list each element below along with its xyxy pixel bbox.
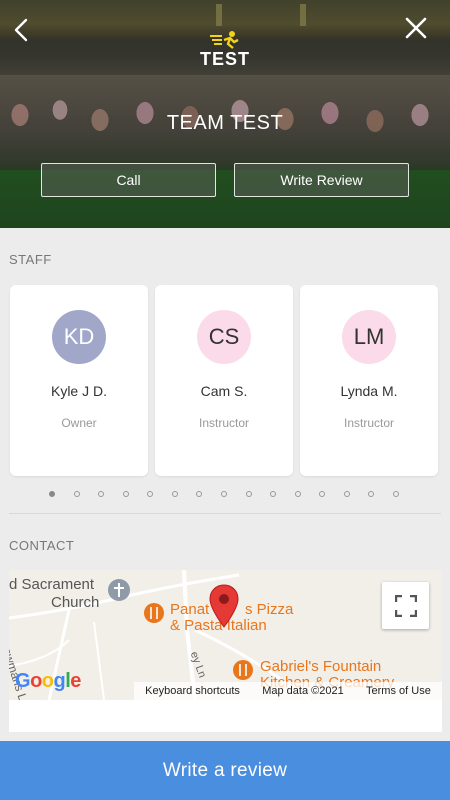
church-icon <box>108 579 130 601</box>
staff-name: Lynda M. <box>340 383 398 399</box>
logo-text: TEST <box>199 49 250 69</box>
location-pin-icon <box>209 584 239 628</box>
call-button[interactable]: Call <box>41 163 216 197</box>
close-icon <box>405 17 427 39</box>
staff-card[interactable]: LM Lynda M. Instructor <box>300 285 438 476</box>
map-place-label: Church <box>51 594 100 611</box>
carousel-dot[interactable] <box>49 491 55 497</box>
carousel-dot[interactable] <box>294 491 301 497</box>
chevron-left-icon <box>14 18 28 42</box>
divider <box>9 513 441 514</box>
map-data-text: Map data ©2021 <box>262 685 344 697</box>
avatar-initials: CS <box>208 324 240 349</box>
avatar-initials: KD <box>63 324 95 349</box>
carousel-dot[interactable] <box>270 491 277 497</box>
contact-section-label: CONTACT <box>9 538 75 553</box>
map-place-label: Gabriel's Fountain <box>260 658 382 675</box>
contact-card: d Sacrament Church Panat s Pizza & Pasta… <box>9 570 442 732</box>
map-attribution: Keyboard shortcuts Map data ©2021 Terms … <box>134 682 442 700</box>
avatar: CS <box>197 310 251 364</box>
terms-of-use-link[interactable]: Terms of Use <box>366 685 431 697</box>
keyboard-shortcuts-link[interactable]: Keyboard shortcuts <box>145 685 240 697</box>
back-button[interactable] <box>4 12 40 48</box>
staff-role: Instructor <box>343 416 394 430</box>
carousel-dot[interactable] <box>98 491 105 497</box>
carousel-dot[interactable] <box>220 491 227 497</box>
close-button[interactable] <box>398 10 434 46</box>
team-logo: TEST <box>185 30 265 72</box>
staff-card[interactable]: CS Cam S. Instructor <box>155 285 293 476</box>
carousel-dot[interactable] <box>245 491 252 497</box>
carousel-dot[interactable] <box>319 491 326 497</box>
runner-logo-icon <box>210 31 239 49</box>
carousel-dot[interactable] <box>73 491 80 497</box>
staff-section-label: STAFF <box>9 252 52 267</box>
carousel-dot[interactable] <box>171 491 178 497</box>
carousel-pagination[interactable] <box>49 489 399 499</box>
map-place-label: d Sacrament <box>9 576 95 593</box>
hero-banner: TEST TEAM TEST Call Write Review <box>0 0 450 228</box>
staff-name: Cam S. <box>200 383 248 399</box>
restaurant-icon <box>144 603 164 623</box>
staff-name: Kyle J D. <box>50 383 107 399</box>
write-review-button[interactable]: Write Review <box>234 163 409 197</box>
carousel-dot[interactable] <box>196 491 203 497</box>
avatar-initials: LM <box>353 324 385 349</box>
staff-card[interactable]: KD Kyle J D. Owner <box>10 285 148 476</box>
avatar: KD <box>52 310 106 364</box>
carousel-dot[interactable] <box>122 491 129 497</box>
carousel-dot[interactable] <box>392 491 399 497</box>
map-place-label: Panat <box>170 601 210 618</box>
staff-role: Instructor <box>198 416 249 430</box>
restaurant-icon <box>233 660 253 680</box>
carousel-dot[interactable] <box>343 491 350 497</box>
avatar: LM <box>342 310 396 364</box>
carousel-dot[interactable] <box>368 491 375 497</box>
fullscreen-button[interactable] <box>382 582 429 629</box>
team-title: TEAM TEST <box>166 112 284 134</box>
staff-role: Owner <box>61 416 97 430</box>
fullscreen-icon <box>394 594 417 617</box>
carousel-dot[interactable] <box>147 491 154 497</box>
write-a-review-button[interactable]: Write a review <box>0 741 450 800</box>
map-place-label: s Pizza <box>245 601 294 618</box>
map-view[interactable]: d Sacrament Church Panat s Pizza & Pasta… <box>9 570 442 700</box>
google-logo: Google <box>15 670 81 692</box>
